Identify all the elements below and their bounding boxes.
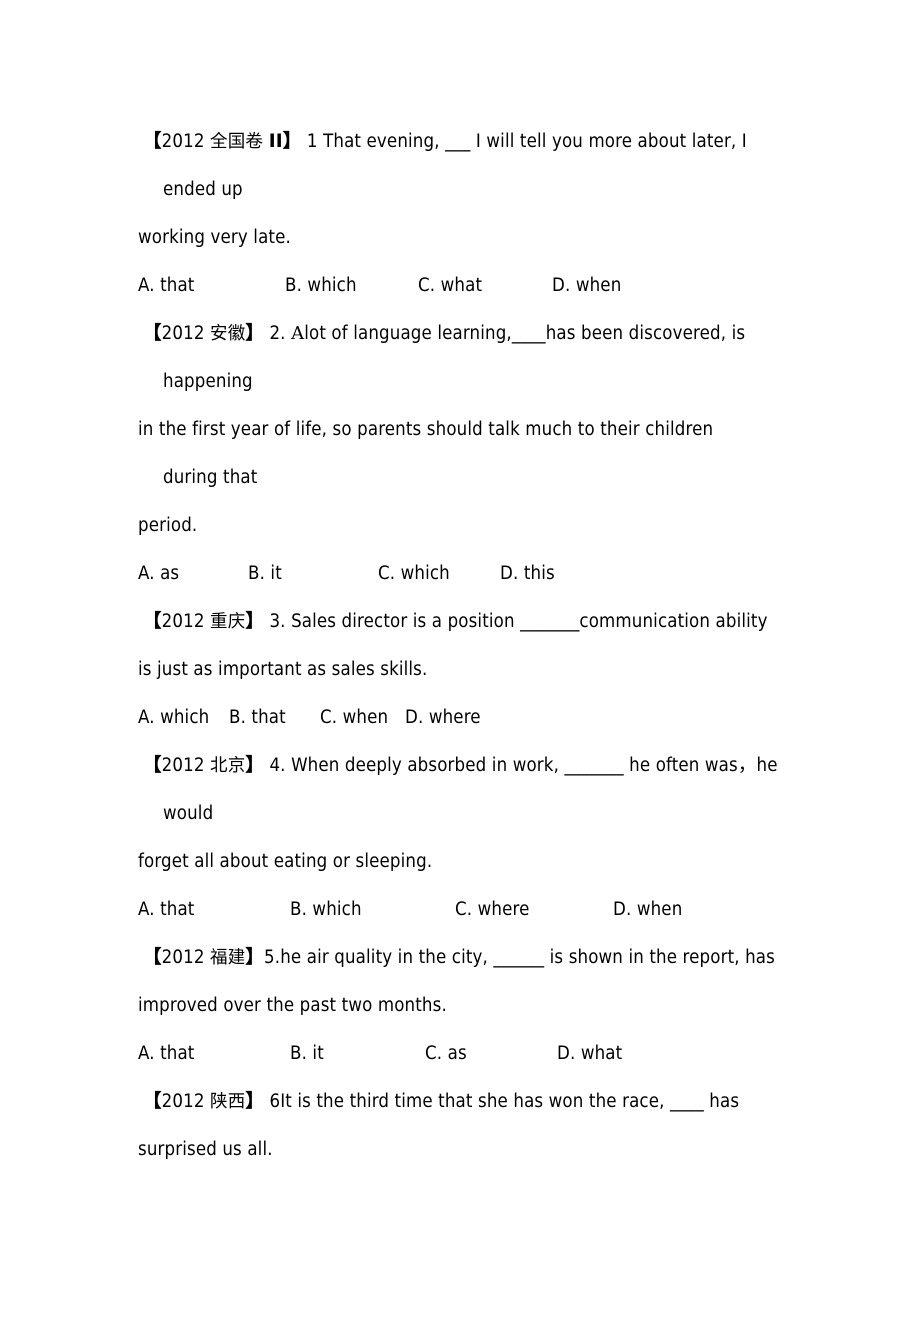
- question-text-continuation: forget all about eating or sleeping.: [138, 851, 433, 872]
- option-d[interactable]: D. this: [500, 550, 555, 598]
- question-text-continuation: would: [163, 803, 214, 824]
- source-year: 2012: [161, 947, 211, 968]
- option-a[interactable]: A. that: [138, 262, 194, 310]
- document-body: 【2012 全国卷 II】 1 That evening, ___ I will…: [0, 118, 920, 1174]
- source-region: 北京: [210, 756, 246, 776]
- bracket-open: 【: [143, 611, 162, 632]
- bracket-close: 】: [282, 131, 302, 152]
- question-text: That evening, ___ I will tell you more a…: [323, 131, 747, 152]
- option-c[interactable]: C. what: [418, 262, 482, 310]
- source-region: 陕西: [210, 1092, 246, 1112]
- source-year: 2012: [161, 131, 211, 152]
- source-year: 2012: [161, 323, 211, 344]
- option-b[interactable]: B. which: [285, 262, 357, 310]
- question-text-continuation: period.: [138, 515, 198, 536]
- question-text-continuation: working very late.: [138, 227, 291, 248]
- option-row: A. that B. which C. where D. when: [0, 886, 920, 934]
- option-d[interactable]: D. when: [613, 886, 682, 934]
- bracket-open: 【: [143, 1091, 162, 1112]
- bracket-close: 】: [245, 611, 265, 632]
- source-year: 2012: [161, 611, 211, 632]
- option-row: A. that B. it C. as D. what: [0, 1030, 920, 1078]
- bracket-open: 【: [143, 323, 162, 344]
- serif-article-a: A: [291, 323, 305, 344]
- question-number: 4.: [264, 755, 292, 776]
- option-row: A. which B. that C. when D. where: [0, 694, 920, 742]
- question-text-continuation: happening: [163, 371, 253, 392]
- question-text: When deeply absorbed in work, _______ he…: [291, 755, 778, 776]
- option-c[interactable]: C. as: [425, 1030, 467, 1078]
- question-number: 1: [301, 131, 324, 152]
- bracket-close: 】: [245, 323, 265, 344]
- question-text: lot of language learning,____has been di…: [304, 323, 746, 344]
- question-text: he air quality in the city, ______ is sh…: [280, 947, 775, 968]
- option-d[interactable]: D. where: [405, 694, 481, 742]
- bracket-open: 【: [143, 755, 162, 776]
- source-roman-numeral: II: [268, 131, 283, 152]
- question-text: It is the third time that she has won th…: [280, 1091, 740, 1112]
- question-header-line: 【2012 北京】 4. When deeply absorbed in wor…: [0, 742, 920, 790]
- question-text: Sales director is a position _______comm…: [291, 611, 768, 632]
- question-header-line: 【2012 重庆】 3. Sales director is a positio…: [0, 598, 920, 646]
- question-header-line: 【2012 陕西】 6It is the third time that she…: [0, 1078, 920, 1126]
- option-c[interactable]: C. which: [378, 550, 450, 598]
- option-row: A. that B. which C. what D. when: [0, 262, 920, 310]
- question-number: 5.: [264, 947, 281, 968]
- source-region: 重庆: [210, 612, 246, 632]
- source-region: 福建: [210, 948, 246, 968]
- option-b[interactable]: B. it: [290, 1030, 324, 1078]
- question-header-line: 【2012 安徽】 2. Alot of language learning,_…: [0, 310, 920, 358]
- option-a[interactable]: A. that: [138, 886, 194, 934]
- option-d[interactable]: D. what: [557, 1030, 622, 1078]
- question-text-continuation: improved over the past two months.: [138, 995, 447, 1016]
- source-year: 2012: [161, 1091, 211, 1112]
- option-row: A. as B. it C. which D. this: [0, 550, 920, 598]
- option-b[interactable]: B. it: [248, 550, 282, 598]
- question-number: 6: [264, 1091, 281, 1112]
- question-number: 3.: [264, 611, 292, 632]
- question-number: 2.: [264, 323, 292, 344]
- question-text-continuation: in the first year of life, so parents sh…: [138, 419, 714, 440]
- bracket-open: 【: [143, 947, 162, 968]
- option-c[interactable]: C. where: [455, 886, 529, 934]
- option-a[interactable]: A. as: [138, 550, 179, 598]
- bracket-close: 】: [245, 947, 265, 968]
- bracket-close: 】: [245, 1091, 265, 1112]
- bracket-open: 【: [143, 131, 162, 152]
- bracket-close: 】: [245, 755, 265, 776]
- document-page: 【2012 全国卷 II】 1 That evening, ___ I will…: [0, 0, 920, 1302]
- question-text-continuation: surprised us all.: [138, 1139, 273, 1160]
- question-text-continuation: ended up: [163, 179, 243, 200]
- source-region: 安徽: [210, 324, 246, 344]
- option-a[interactable]: A. that: [138, 1030, 194, 1078]
- option-b[interactable]: B. that: [229, 694, 286, 742]
- option-c[interactable]: C. when: [320, 694, 388, 742]
- option-a[interactable]: A. which: [138, 694, 209, 742]
- option-b[interactable]: B. which: [290, 886, 362, 934]
- question-text-continuation: is just as important as sales skills.: [138, 659, 428, 680]
- option-d[interactable]: D. when: [552, 262, 621, 310]
- question-header-line: 【2012 全国卷 II】 1 That evening, ___ I will…: [0, 118, 920, 166]
- source-region: 全国卷: [210, 132, 269, 152]
- question-header-line: 【2012 福建】5.he air quality in the city, _…: [0, 934, 920, 982]
- question-text-continuation: during that: [163, 467, 258, 488]
- source-year: 2012: [161, 755, 211, 776]
